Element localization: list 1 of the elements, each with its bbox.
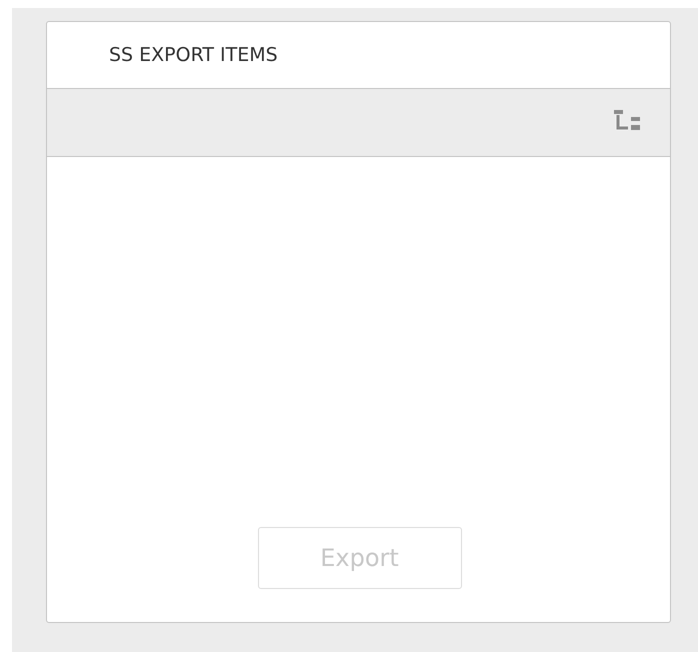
panel-title: SS EXPORT ITEMS	[109, 42, 278, 68]
